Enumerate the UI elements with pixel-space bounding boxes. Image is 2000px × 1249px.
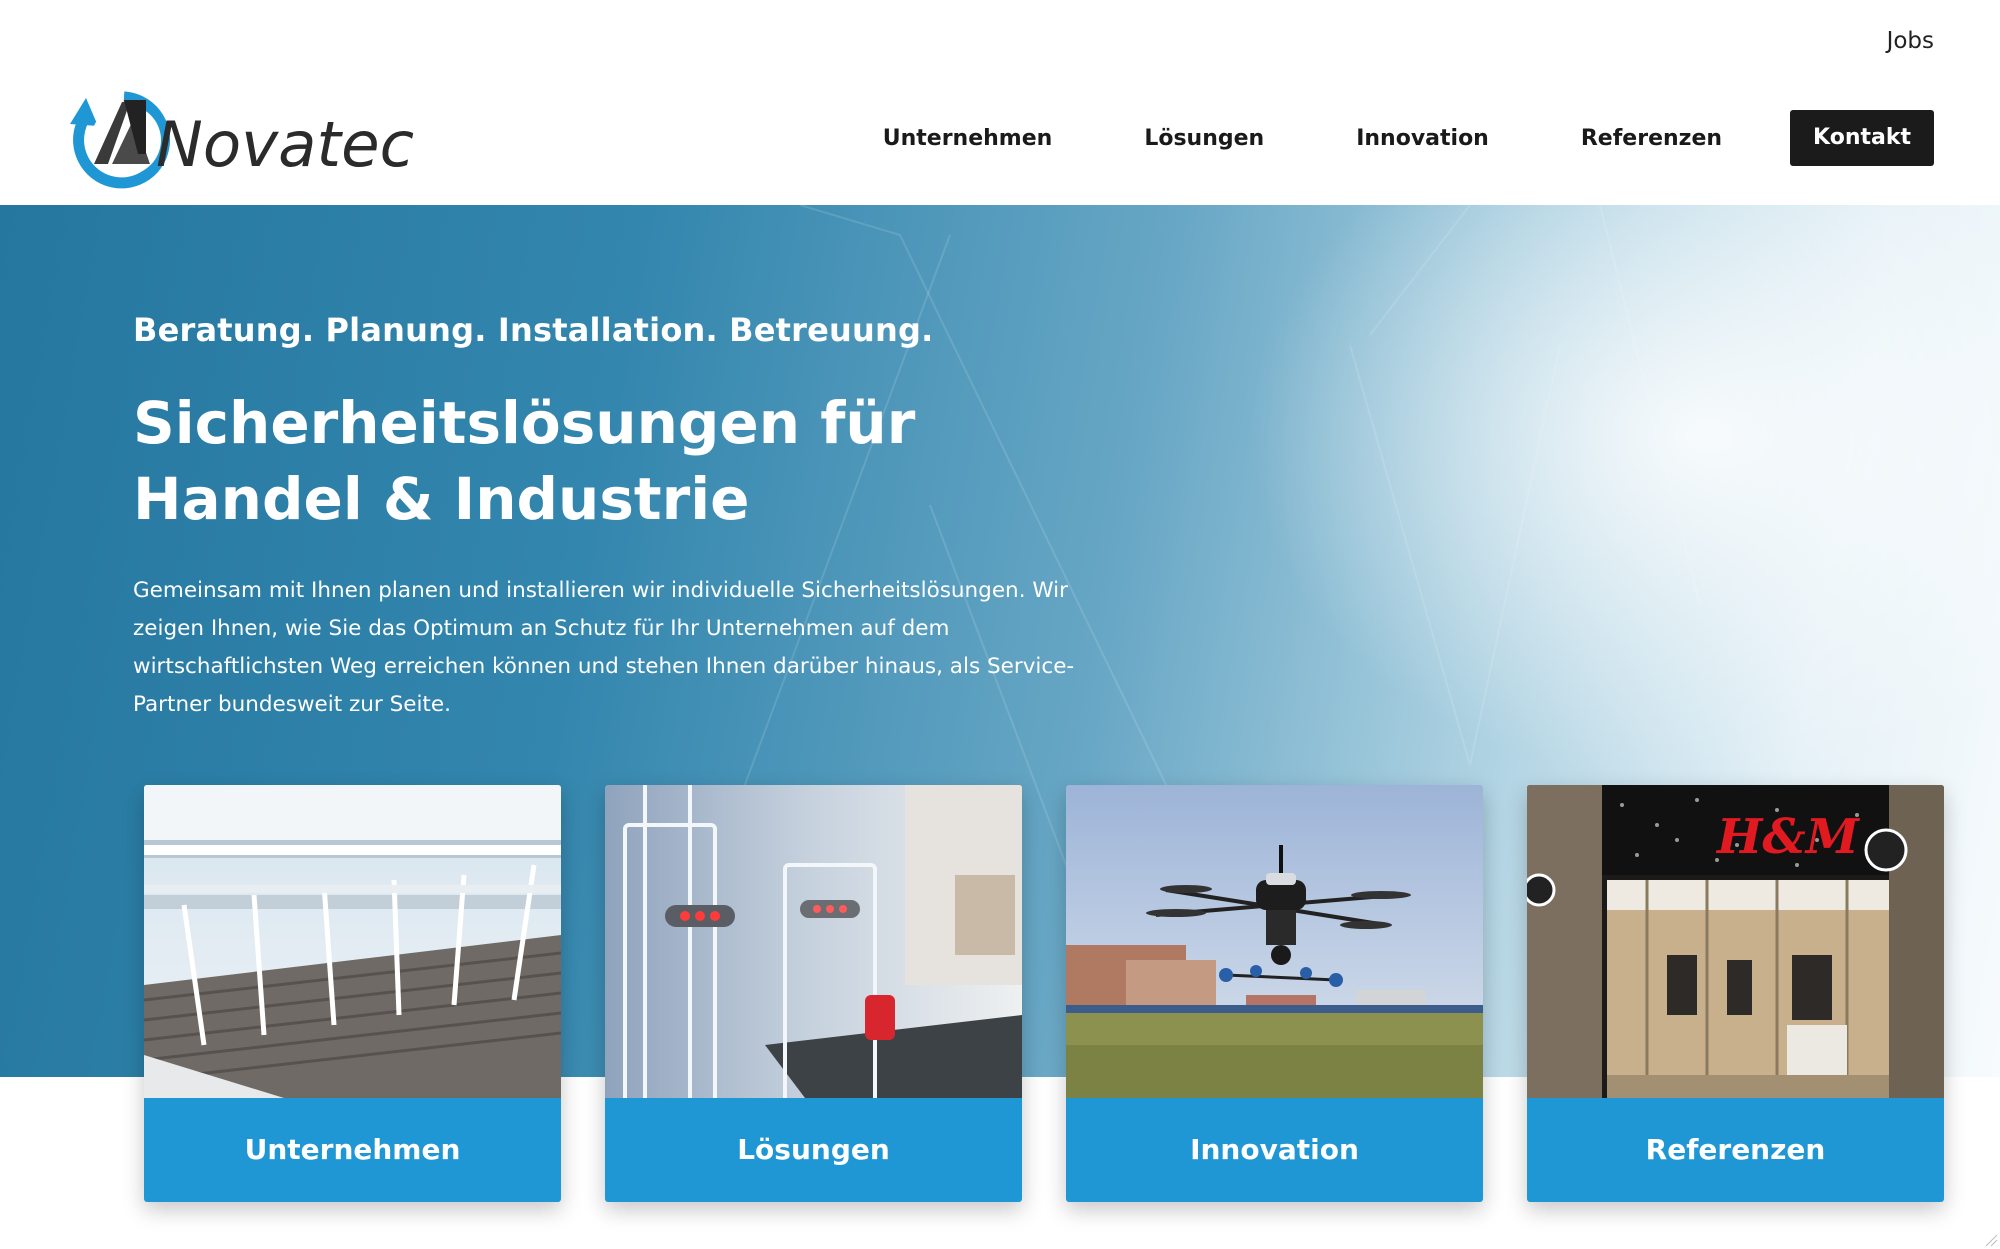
novatec-logo[interactable]: Novatec <box>64 84 424 194</box>
nav-item-unternehmen[interactable]: Unternehmen <box>883 126 1053 151</box>
card-label-innovation: Innovation <box>1066 1098 1483 1202</box>
logo-graphic: Novatec <box>70 91 414 189</box>
site-header: Jobs Novatec Unternehmen Lösungen Innova… <box>0 0 2000 205</box>
hero-tagline: Beratung. Planung. Installation. Betreuu… <box>133 311 934 349</box>
card-referenzen[interactable]: H&M Referenzen <box>1527 785 1944 1202</box>
logo-wordmark: Novatec <box>156 108 414 181</box>
nav-item-innovation[interactable]: Innovation <box>1356 126 1489 151</box>
card-loesungen[interactable]: Lösungen <box>605 785 1022 1202</box>
card-image-security-gates <box>144 785 561 1098</box>
card-image-store-front: H&M <box>1527 785 1944 1098</box>
card-label-referenzen: Referenzen <box>1527 1098 1944 1202</box>
resize-grip-icon <box>1985 1234 1998 1247</box>
jobs-link[interactable]: Jobs <box>1887 28 1934 54</box>
card-label-loesungen: Lösungen <box>605 1098 1022 1202</box>
nav-item-loesungen[interactable]: Lösungen <box>1144 126 1264 151</box>
hero-description: Gemeinsam mit Ihnen planen und installie… <box>133 578 1075 717</box>
card-unternehmen[interactable]: Unternehmen <box>144 785 561 1202</box>
hero-title-line-2: Handel & Industrie <box>133 465 750 533</box>
svg-text:H&M: H&M <box>1715 809 1861 865</box>
hero-title: Sicherheitslösungen für Handel & Industr… <box>133 385 1033 537</box>
card-image-eas-antenna <box>605 785 1022 1098</box>
kontakt-button[interactable]: Kontakt <box>1790 110 1934 166</box>
feature-cards: Unternehmen Lösungen Innovation H&M Refe… <box>144 785 1946 1202</box>
main-navigation: Unternehmen Lösungen Innovation Referenz… <box>883 110 1934 166</box>
nav-item-referenzen[interactable]: Referenzen <box>1581 126 1722 151</box>
card-label-unternehmen: Unternehmen <box>144 1098 561 1202</box>
card-innovation[interactable]: Innovation <box>1066 785 1483 1202</box>
card-image-drone <box>1066 785 1483 1098</box>
hero-title-line-1: Sicherheitslösungen für <box>133 389 916 457</box>
